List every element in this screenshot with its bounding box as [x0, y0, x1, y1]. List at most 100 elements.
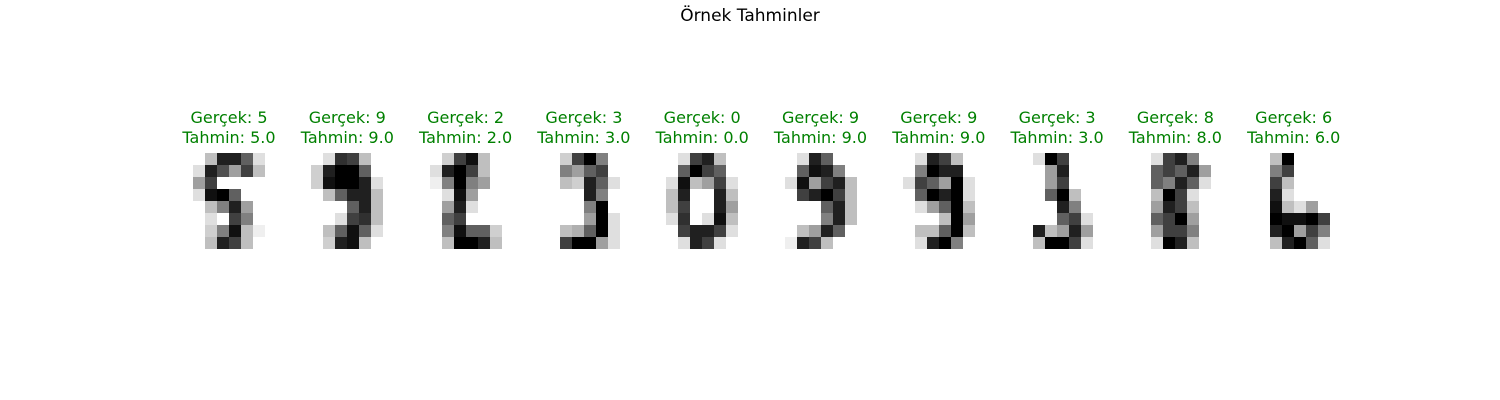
digit-pixel [441, 189, 454, 201]
digit-pixel [501, 165, 514, 177]
digit-pixel [429, 189, 442, 201]
digit-pixel [1305, 237, 1318, 249]
digit-pixel [323, 213, 336, 225]
digit-pixel [453, 177, 466, 189]
predicted-label: Tahmin: 2.0 [419, 128, 513, 147]
digit-pixel [1045, 225, 1058, 237]
digit-pixel [417, 177, 430, 189]
digit-pixel [950, 225, 963, 237]
digit-pixel [359, 165, 372, 177]
digit-pixel [1293, 237, 1306, 249]
digit-pixel [1305, 225, 1318, 237]
digit-pixel [1175, 165, 1188, 177]
digit-pixel [265, 153, 277, 165]
digit-pixel [1329, 225, 1342, 237]
digit-pixel [477, 213, 490, 225]
digit-pixel [489, 153, 502, 165]
digit-pixel [1033, 165, 1046, 177]
digit-pixel [429, 165, 442, 177]
digit-pixel [465, 213, 478, 225]
digit-pixel [253, 153, 265, 165]
digit-pixel [595, 237, 608, 249]
digit-pixel [926, 237, 939, 249]
digit-pixel [1245, 177, 1258, 189]
digit-pixel [595, 153, 608, 165]
digit-pixel [1009, 237, 1022, 249]
digit-pixel [417, 189, 430, 201]
digit-pixel [1057, 165, 1070, 177]
digit-pixel [974, 177, 987, 189]
digit-pixel [690, 201, 703, 213]
digit-pixel [1093, 225, 1106, 237]
digit-pixel [1305, 165, 1318, 177]
digit-pixel [962, 213, 975, 225]
digit-pixel [938, 189, 951, 201]
digit-pixel [714, 153, 727, 165]
digit-pixel [844, 201, 857, 213]
digit-pixel [1021, 213, 1034, 225]
digit-pixel [890, 189, 903, 201]
digit-pixel [1187, 153, 1200, 165]
digit-pixel [808, 237, 821, 249]
digit-pixel [417, 153, 430, 165]
digit-pixel [1009, 177, 1022, 189]
digit-pixel [1317, 213, 1330, 225]
digit-pixel [1093, 213, 1106, 225]
digit-pixel [1151, 153, 1164, 165]
digit-pixel [607, 213, 620, 225]
digit-pixel [1269, 165, 1282, 177]
digit-pixel [501, 201, 514, 213]
digit-pixel [441, 213, 454, 225]
digit-pixel [1033, 225, 1046, 237]
digit-image [299, 153, 396, 249]
digit-pixel [429, 237, 442, 249]
digit-pixel [962, 165, 975, 177]
predicted-label: Tahmin: 3.0 [1010, 128, 1104, 147]
digit-pixel [738, 213, 751, 225]
digit-pixel [205, 237, 217, 249]
digit-pixel [902, 201, 915, 213]
digit-pixel [571, 201, 584, 213]
digit-pixel [323, 153, 336, 165]
digit-pixel [383, 201, 396, 213]
predicted-label: Tahmin: 8.0 [1128, 128, 1222, 147]
digit-pixel [619, 189, 632, 201]
digit-pixel [241, 153, 253, 165]
digit-pixel [1139, 153, 1152, 165]
digit-pixel [1081, 237, 1094, 249]
digit-pixel [714, 165, 727, 177]
digit-pixel [501, 189, 514, 201]
digit-image [417, 153, 514, 249]
digit-pixel [547, 213, 560, 225]
digit-pixel [1187, 189, 1200, 201]
digit-pixel [181, 177, 193, 189]
digit-pixel [1269, 177, 1282, 189]
digit-pixel [832, 189, 845, 201]
digit-pixel [417, 165, 430, 177]
digit-pixel [193, 153, 205, 165]
digit-pixel [784, 153, 797, 165]
digit-pixel [265, 201, 277, 213]
digit-pixel [1293, 201, 1306, 213]
digit-pixel [383, 189, 396, 201]
digit-pixel [1069, 165, 1082, 177]
digit-pixel [359, 153, 372, 165]
digit-pixel [347, 201, 360, 213]
digit-pixel [1305, 213, 1318, 225]
digit-pixel [1127, 153, 1140, 165]
digit-pixel [205, 165, 217, 177]
digit-pixel [181, 189, 193, 201]
digit-pixel [465, 225, 478, 237]
digit-pixel [441, 237, 454, 249]
digit-pixel [1069, 237, 1082, 249]
digit-pixel [619, 213, 632, 225]
digit-pixel [714, 201, 727, 213]
digit-pixel [902, 165, 915, 177]
digit-pixel [559, 237, 572, 249]
digit-pixel [654, 201, 667, 213]
digit-pixel [299, 213, 312, 225]
digit-pixel [808, 177, 821, 189]
digit-pixel [1317, 201, 1330, 213]
digit-pixel [1057, 189, 1070, 201]
digit-pixel [772, 177, 785, 189]
